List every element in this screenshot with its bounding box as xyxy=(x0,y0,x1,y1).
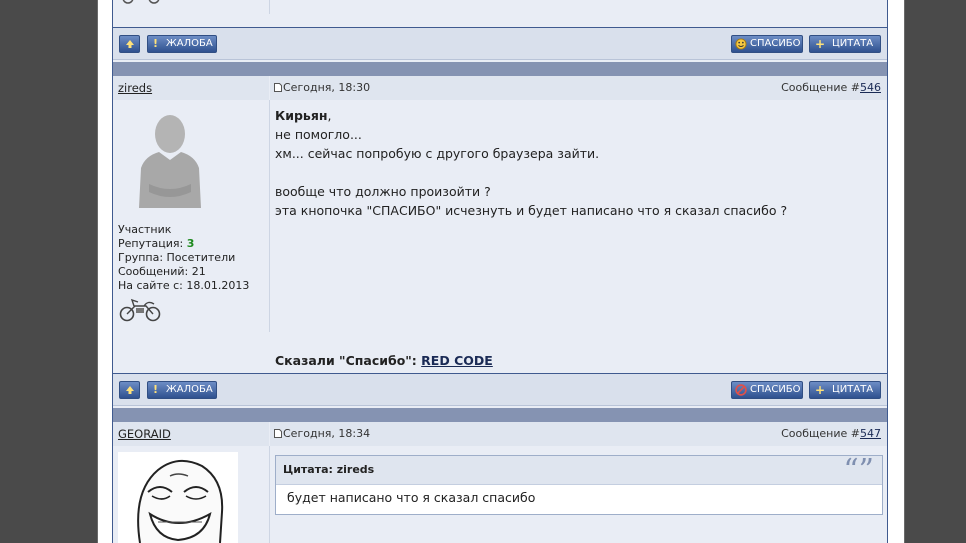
default-avatar-icon xyxy=(139,115,201,208)
thanks-user-link[interactable]: RED CODE xyxy=(421,353,493,368)
report-button[interactable]: ! ЖАЛОБА xyxy=(147,381,217,399)
exclamation-icon: ! xyxy=(153,37,159,50)
user-message-count: Сообщений: 21 xyxy=(118,265,206,278)
post-546-line: вообще что должно произойти ? xyxy=(275,184,491,199)
scroll-up-button[interactable] xyxy=(119,381,140,399)
post-546-username[interactable]: zireds xyxy=(118,81,152,95)
post-546: zireds Сегодня, 18:30 Сообщение #546 Уча… xyxy=(113,76,887,373)
quote-block: Цитата: zireds “” будет написано что я с… xyxy=(275,455,883,515)
thanks-label: СПАСИБО xyxy=(750,38,801,49)
post-546-line: не помогло... xyxy=(275,127,362,142)
trollface-avatar-icon xyxy=(137,459,224,543)
plus-icon: + xyxy=(815,383,826,397)
quote-marks-icon: “” xyxy=(843,453,874,488)
post-toolbar-mid: ! ЖАЛОБА СПАСИБО + ЦИТАТА xyxy=(113,373,887,406)
previous-post-remnant xyxy=(113,0,887,27)
post-separator xyxy=(113,62,887,76)
post-547-date: Сегодня, 18:34 xyxy=(274,427,370,440)
avatar xyxy=(118,452,238,543)
quote-label: ЦИТАТА xyxy=(832,38,874,49)
report-button[interactable]: ! ЖАЛОБА xyxy=(147,35,217,53)
post-546-line: хм... сейчас попробую с другого браузера… xyxy=(275,146,600,161)
motorcycle-rank-icon xyxy=(122,0,160,4)
quote-label: ЦИТАТА xyxy=(832,384,874,395)
scroll-up-button[interactable] xyxy=(119,35,140,53)
post-546-user-info: Участник Репутация: 3 Группа: Посетители… xyxy=(118,223,249,293)
post-546-number-link[interactable]: 546 xyxy=(860,81,881,94)
post-546-thanks-list: Сказали "Спасибо": RED CODE xyxy=(275,353,493,368)
quote-button[interactable]: + ЦИТАТА xyxy=(809,381,881,399)
post-546-body: Кирьян, не помогло... хм... сейчас попро… xyxy=(275,108,788,218)
quote-header: Цитата: zireds “” xyxy=(276,453,882,488)
motorcycle-rank-icon xyxy=(119,298,161,322)
post-547-number: Сообщение #547 xyxy=(781,427,881,440)
forum-frame: ! ЖАЛОБА СПАСИБО + ЦИТАТА zireds Сегодня… xyxy=(112,0,888,543)
document-icon xyxy=(274,83,282,92)
user-reputation: Репутация: 3 xyxy=(118,237,195,250)
plus-icon: + xyxy=(815,37,826,51)
post-547-header: Сегодня, 18:34 Сообщение #547 xyxy=(270,422,887,446)
exclamation-icon: ! xyxy=(153,383,159,396)
quote-author: Цитата: zireds xyxy=(283,463,375,476)
no-entry-icon xyxy=(735,384,747,396)
user-group: Группа: Посетители xyxy=(118,251,236,264)
smile-thanks-icon xyxy=(735,38,747,50)
post-547: GEORAID Сегодня, 18:34 Сообщение #547 Ци… xyxy=(113,422,887,543)
post-546-line: эта кнопочка "СПАСИБО" исчезнуть и будет… xyxy=(275,203,788,218)
reputation-value[interactable]: 3 xyxy=(187,237,195,250)
post-546-user-panel: Участник Репутация: 3 Группа: Посетители… xyxy=(113,100,270,332)
addressee-name[interactable]: Кирьян xyxy=(275,108,328,123)
thanks-button[interactable]: СПАСИБО xyxy=(731,35,803,53)
report-label: ЖАЛОБА xyxy=(166,38,213,49)
page-background: ! ЖАЛОБА СПАСИБО + ЦИТАТА zireds Сегодня… xyxy=(97,0,905,543)
arrow-up-icon xyxy=(126,40,134,48)
user-join-date: На сайте с: 18.01.2013 xyxy=(118,279,250,292)
quote-button[interactable]: + ЦИТАТА xyxy=(809,35,881,53)
quote-text: будет написано что я сказал спасибо xyxy=(287,490,536,505)
post-547-username[interactable]: GEORAID xyxy=(118,427,171,441)
post-separator xyxy=(113,408,887,422)
post-547-user-panel xyxy=(113,446,270,543)
post-547-number-link[interactable]: 547 xyxy=(860,427,881,440)
arrow-up-icon xyxy=(126,386,134,394)
post-546-number: Сообщение #546 xyxy=(781,81,881,94)
post-546-header: Сегодня, 18:30 Сообщение #546 xyxy=(270,76,887,100)
user-role: Участник xyxy=(118,223,172,236)
thanks-button-disabled[interactable]: СПАСИБО xyxy=(731,381,803,399)
thanks-label: СПАСИБО xyxy=(750,384,801,395)
post-547-user-header: GEORAID xyxy=(113,422,269,446)
report-label: ЖАЛОБА xyxy=(166,384,213,395)
post-toolbar-top: ! ЖАЛОБА СПАСИБО + ЦИТАТА xyxy=(113,27,887,60)
post-546-date: Сегодня, 18:30 xyxy=(274,81,370,94)
post-546-blank-line xyxy=(275,163,787,182)
post-546-user-header: zireds xyxy=(113,76,269,100)
document-icon xyxy=(274,429,282,438)
